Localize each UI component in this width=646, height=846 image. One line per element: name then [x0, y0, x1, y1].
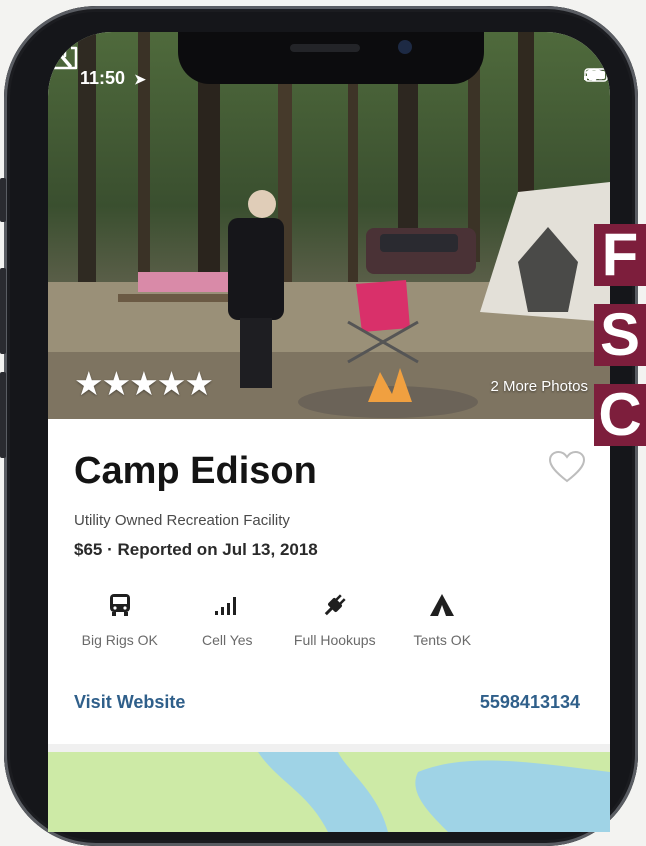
status-time-text: 11:50 — [80, 68, 126, 88]
section-divider — [48, 744, 610, 752]
overlay-letter: C — [594, 384, 646, 446]
cell-signal-icon — [215, 597, 237, 615]
amenity-label: Cell Yes — [201, 632, 253, 648]
campsite-photo-art — [48, 32, 610, 419]
map-art — [258, 752, 610, 832]
star-rating: ★★★★★ — [74, 365, 214, 402]
front-camera — [398, 40, 412, 54]
overlay-letter-stack: F S C — [594, 224, 646, 464]
phone-mute-switch — [0, 178, 6, 222]
amenity-big-rigs: Big Rigs OK — [66, 588, 174, 648]
amenities-row: Big Rigs OK Cell Yes Full Hookups Tents … — [66, 588, 496, 648]
amenity-tents: Tents OK — [389, 588, 497, 648]
battery-icon — [584, 68, 610, 82]
app-screen: 11:50 ➤ ★★★★★ 2 More Photos Camp Edison … — [48, 32, 610, 832]
amenity-label: Big Rigs OK — [81, 632, 158, 648]
contact-links: Visit Website 5598413134 — [74, 692, 580, 713]
phone-volume-up — [0, 268, 6, 354]
favorite-heart-icon[interactable] — [548, 450, 586, 484]
phone-volume-down — [0, 372, 6, 458]
status-time: 11:50 ➤ — [80, 68, 146, 89]
overlay-letter: F — [594, 224, 646, 286]
location-arrow-icon: ➤ — [134, 71, 146, 87]
more-photos-link[interactable]: 2 More Photos — [490, 378, 588, 395]
campsite-photo[interactable]: 11:50 ➤ ★★★★★ 2 More Photos — [48, 32, 610, 419]
amenity-label: Tents OK — [413, 632, 472, 648]
phone-number-link[interactable]: 5598413134 — [480, 692, 580, 713]
bus-icon — [109, 594, 130, 616]
price-report: $65 · Reported on Jul 13, 2018 — [74, 540, 318, 559]
amenity-cell: Cell Yes — [174, 588, 282, 648]
speaker-grille — [290, 44, 360, 52]
plug-icon — [324, 594, 346, 616]
visit-website-link[interactable]: Visit Website — [74, 692, 185, 713]
tent-icon — [430, 594, 455, 616]
facility-type: Utility Owned Recreation Facility — [74, 512, 290, 529]
location-map[interactable] — [48, 752, 610, 832]
amenity-hookups: Full Hookups — [281, 588, 389, 648]
share-icon[interactable] — [48, 32, 82, 72]
camp-title: Camp Edison — [74, 450, 317, 492]
overlay-letter: S — [594, 304, 646, 366]
phone-notch — [178, 32, 484, 84]
amenity-label: Full Hookups — [293, 632, 376, 648]
